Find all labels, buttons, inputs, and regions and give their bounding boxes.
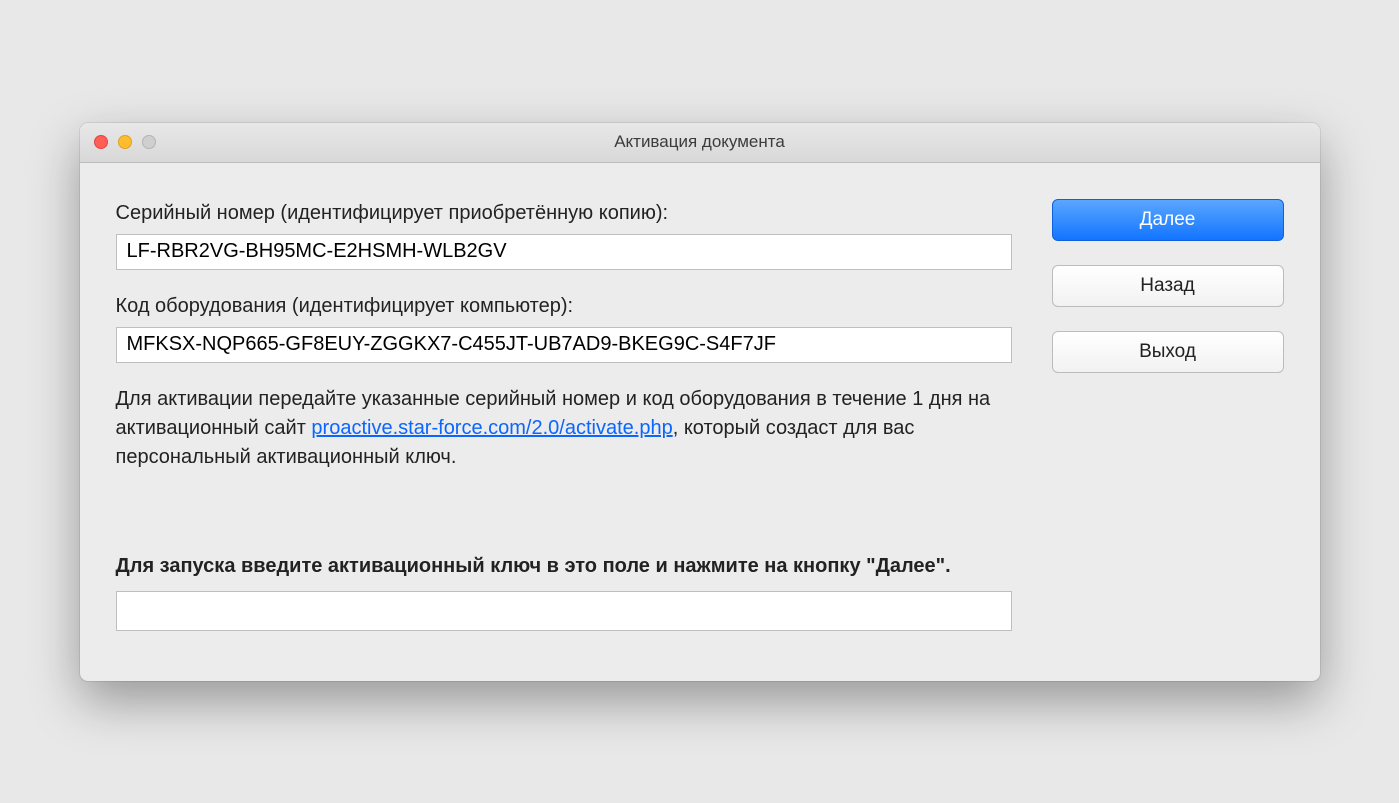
serial-number-input[interactable] (116, 234, 1012, 270)
window-title: Активация документа (80, 132, 1320, 152)
maximize-icon (142, 135, 156, 149)
dialog-window: Активация документа Серийный номер (иден… (80, 123, 1320, 681)
button-panel: Далее Назад Выход (1052, 199, 1284, 631)
next-button[interactable]: Далее (1052, 199, 1284, 241)
titlebar: Активация документа (80, 123, 1320, 163)
back-button[interactable]: Назад (1052, 265, 1284, 307)
activation-key-input[interactable] (116, 591, 1012, 631)
left-panel: Серийный номер (идентифицирует приобретё… (116, 199, 1012, 631)
close-icon[interactable] (94, 135, 108, 149)
hardware-code-label: Код оборудования (идентифицирует компьют… (116, 292, 1012, 321)
serial-number-label: Серийный номер (идентифицирует приобретё… (116, 199, 1012, 228)
content-area: Серийный номер (идентифицирует приобретё… (80, 163, 1320, 681)
hardware-code-input[interactable] (116, 327, 1012, 363)
activation-link[interactable]: proactive.star-force.com/2.0/activate.ph… (311, 417, 672, 439)
exit-button[interactable]: Выход (1052, 331, 1284, 373)
activation-instructions: Для активации передайте указанные серийн… (116, 385, 1012, 472)
traffic-lights (80, 135, 156, 149)
minimize-icon[interactable] (118, 135, 132, 149)
activation-key-instruction: Для запуска введите активационный ключ в… (116, 552, 1012, 581)
